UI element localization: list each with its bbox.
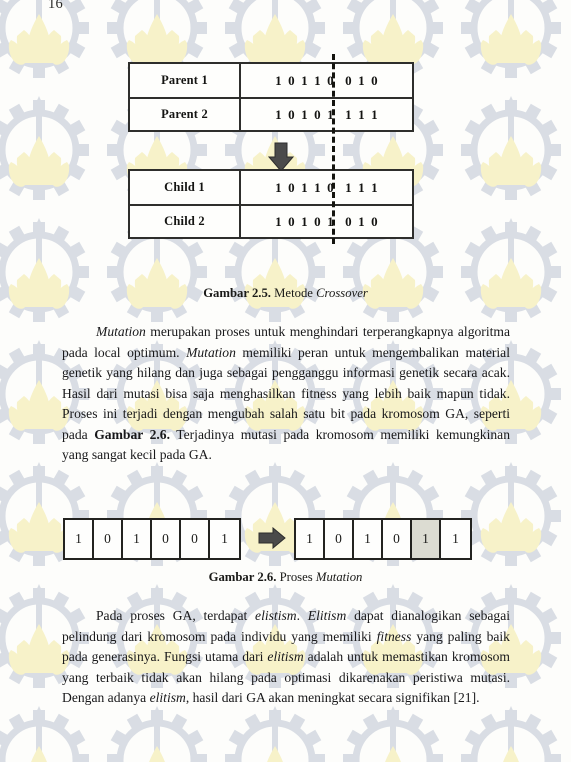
bit: 0 — [288, 179, 295, 195]
paragraph-elitism: Pada proses GA, terdapat elistism. Eliti… — [62, 606, 510, 709]
bits-left-segment: 10101 — [272, 107, 337, 123]
bit: 1 — [358, 179, 365, 195]
text-run: , hasil dari GA akan meningkat secara si… — [185, 690, 480, 705]
table-row: Child 2 10101 010 — [130, 204, 412, 237]
bit: 1 — [301, 106, 308, 122]
bit: 1 — [301, 72, 308, 88]
figure-reference: Gambar 2.6. — [94, 426, 170, 442]
chromosome-cell: 0 — [325, 520, 354, 558]
chromosome-cell: 1 — [441, 520, 470, 558]
chromosome-cell: 0 — [152, 520, 181, 558]
bit: 1 — [301, 213, 308, 229]
bit: 0 — [327, 72, 334, 88]
caption-text: Proses — [279, 570, 313, 584]
figure-mutation: 101001 101011 — [0, 518, 571, 568]
crossover-cut-line — [332, 54, 335, 244]
chromosome-cell: 0 — [383, 520, 412, 558]
page-number: 16 — [48, 0, 64, 12]
emphasis-term: Elitism — [307, 608, 347, 623]
bit: 0 — [345, 72, 352, 88]
bit: 0 — [288, 72, 295, 88]
bit: 0 — [314, 106, 321, 122]
row-bits: 10110 010 — [241, 73, 412, 89]
chromosome-after-mutation: 101011 — [294, 518, 472, 560]
row-bits: 10110 111 — [241, 180, 412, 196]
chromosome-cell: 1 — [123, 520, 152, 558]
bit: 1 — [314, 179, 321, 195]
bit: 0 — [288, 213, 295, 229]
emphasis-term: elitism — [267, 649, 304, 664]
bit: 1 — [358, 72, 365, 88]
parents-table: Parent 1 10110 010 Parent 2 10101 111 — [128, 62, 414, 132]
bit: 1 — [275, 106, 282, 122]
row-label: Parent 2 — [130, 99, 241, 130]
table-row: Child 1 10110 111 — [130, 171, 412, 204]
bit: 0 — [371, 72, 378, 88]
bit: 1 — [358, 106, 365, 122]
table-row: Parent 2 10101 111 — [130, 97, 412, 130]
caption-term: Crossover — [316, 286, 368, 300]
bit: 1 — [314, 72, 321, 88]
document-page: 16 Parent 1 10110 010 Parent 2 10101 1 1… — [0, 0, 571, 762]
bit: 1 — [327, 213, 334, 229]
chromosome-cell: 1 — [296, 520, 325, 558]
chromosome-cell-mutated: 1 — [412, 520, 441, 558]
bit: 1 — [371, 179, 378, 195]
bit: 1 — [275, 213, 282, 229]
bit: 1 — [345, 179, 352, 195]
caption-label: Gambar 2.5. — [203, 286, 271, 300]
row-bits: 10101 010 — [241, 214, 412, 230]
children-table: Child 1 10110 111 Child 2 10101 010 — [128, 169, 414, 239]
row-label: Child 1 — [130, 171, 241, 204]
crossover-down-arrow-icon — [266, 142, 296, 172]
caption-text: Metode — [274, 286, 313, 300]
emphasis-term: elitism — [149, 690, 186, 705]
emphasis-term: fitness — [376, 628, 412, 644]
bit: 1 — [345, 106, 352, 122]
chromosome-before-mutation: 101001 — [63, 518, 241, 560]
emphasis-term: Mutation — [186, 344, 236, 360]
chromosome-cell: 0 — [181, 520, 210, 558]
bits-right-segment: 111 — [342, 107, 381, 123]
bits-right-segment: 010 — [342, 73, 381, 89]
bits-left-segment: 10110 — [272, 180, 337, 196]
bit: 1 — [327, 106, 334, 122]
bit: 1 — [371, 106, 378, 122]
mutation-right-arrow-icon — [258, 527, 286, 549]
bit: 0 — [288, 106, 295, 122]
bit: 0 — [314, 213, 321, 229]
row-bits: 10101 111 — [241, 107, 412, 123]
bits-right-segment: 010 — [342, 214, 381, 230]
bit: 0 — [327, 179, 334, 195]
paragraph-mutation: Mutation merupakan proses untuk menghind… — [62, 322, 510, 466]
caption-term: Mutation — [315, 570, 363, 584]
caption-label: Gambar 2.6. — [208, 570, 277, 584]
chromosome-cell: 1 — [354, 520, 383, 558]
emphasis-term: elistism — [255, 608, 297, 623]
text-run: Pada proses GA, terdapat — [96, 608, 256, 623]
row-label: Parent 1 — [130, 64, 241, 97]
row-label: Child 2 — [130, 206, 241, 237]
caption-gambar-2-5: Gambar 2.5. Metode Crossover — [0, 286, 571, 301]
bits-left-segment: 10101 — [272, 214, 337, 230]
emphasis-term: Mutation — [96, 324, 146, 339]
bits-left-segment: 10110 — [272, 73, 337, 89]
bit: 1 — [275, 179, 282, 195]
bit: 1 — [275, 72, 282, 88]
table-row: Parent 1 10110 010 — [130, 64, 412, 97]
chromosome-cell: 1 — [65, 520, 94, 558]
page-content: 16 Parent 1 10110 010 Parent 2 10101 1 1… — [0, 0, 571, 762]
bit: 1 — [301, 179, 308, 195]
bit: 0 — [345, 213, 352, 229]
bit: 0 — [371, 213, 378, 229]
caption-gambar-2-6: Gambar 2.6. Proses Mutation — [0, 570, 571, 585]
bit: 1 — [358, 213, 365, 229]
text-run: . — [296, 608, 308, 623]
chromosome-cell: 0 — [94, 520, 123, 558]
bits-right-segment: 111 — [342, 180, 381, 196]
chromosome-cell: 1 — [210, 520, 239, 558]
